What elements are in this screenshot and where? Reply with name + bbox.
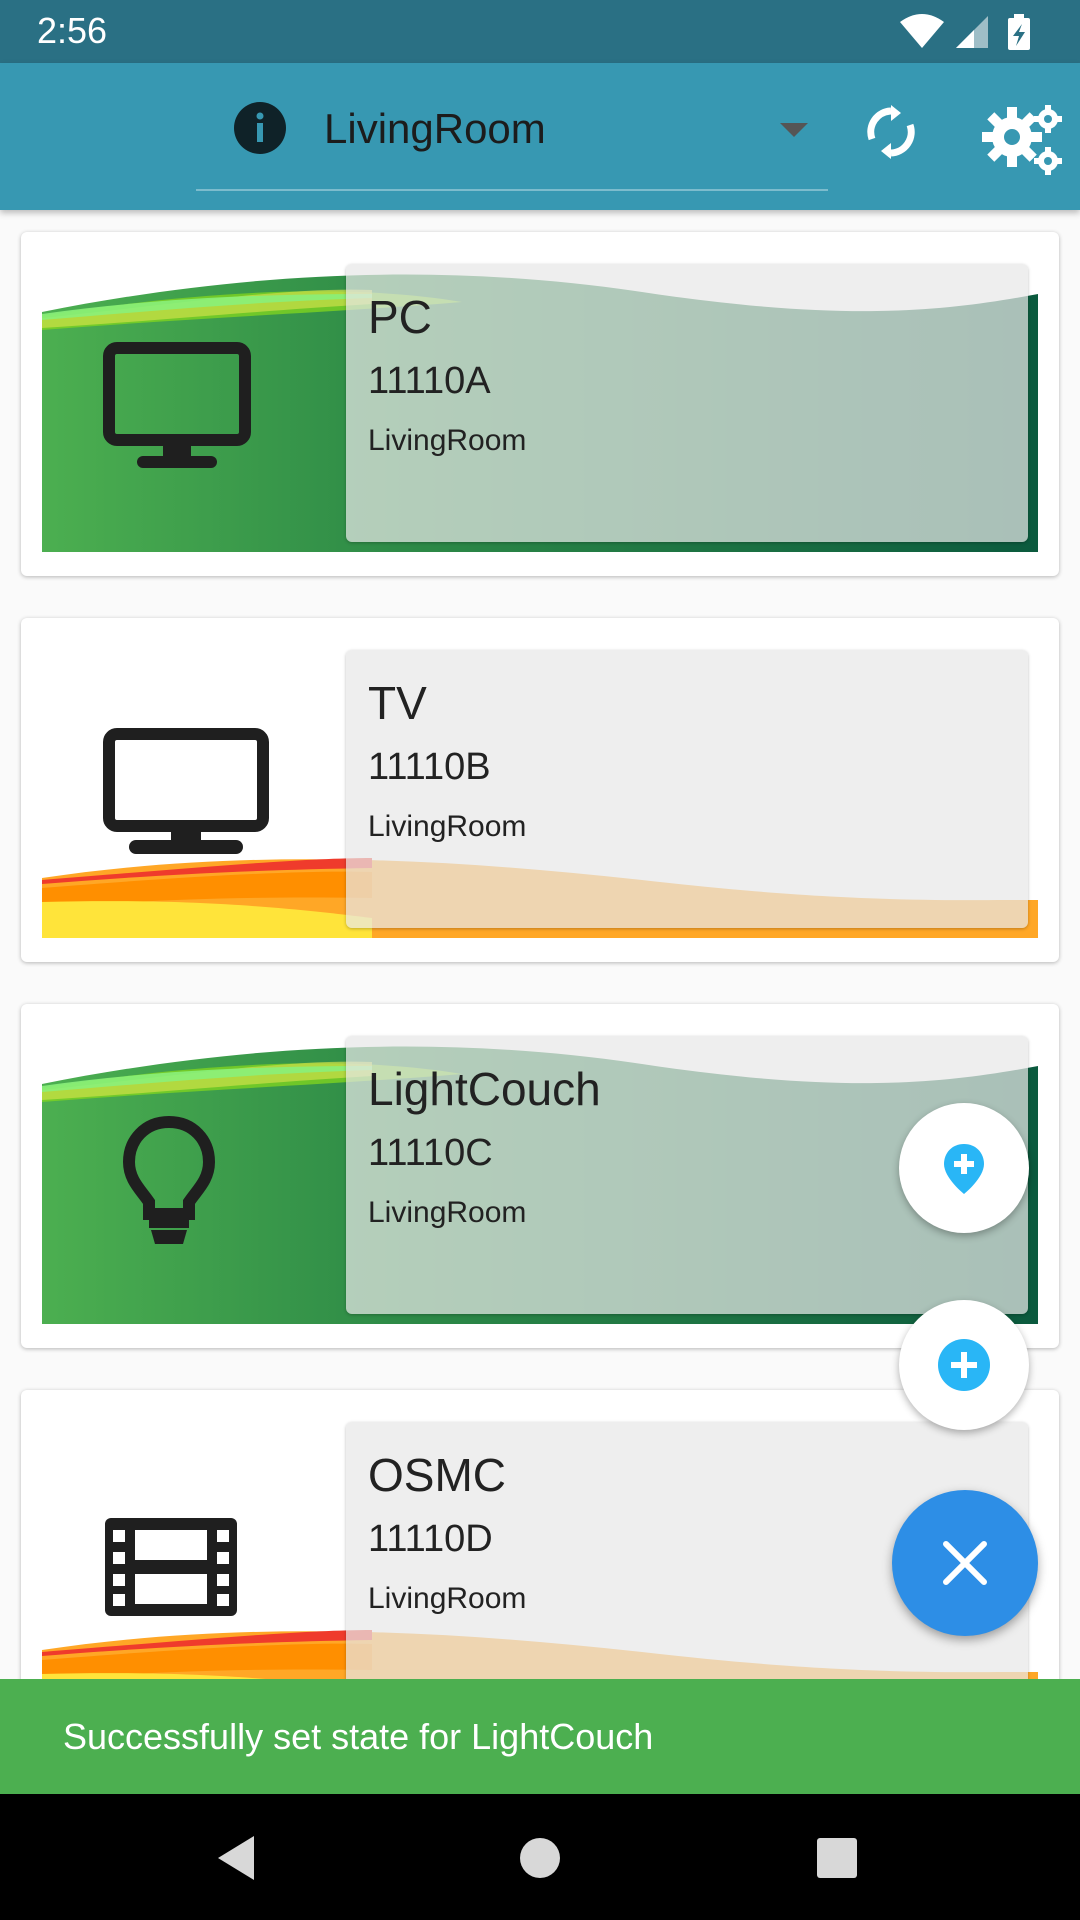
info-icon[interactable] xyxy=(233,101,287,155)
snackbar-message: Successfully set state for LightCouch xyxy=(63,1716,654,1757)
device-code: 11110D xyxy=(368,1518,493,1560)
device-code: 11110C xyxy=(368,1132,493,1174)
close-fab-menu-button[interactable] xyxy=(892,1490,1038,1636)
system-nav-bar xyxy=(0,1794,1080,1920)
close-icon xyxy=(943,1541,987,1585)
snackbar: Successfully set state for LightCouch xyxy=(0,1679,1080,1794)
status-bar: 2:56 xyxy=(0,0,1080,63)
room-selector-dropdown[interactable]: LivingRoom xyxy=(196,83,828,191)
status-time: 2:56 xyxy=(37,10,108,51)
device-room: LivingRoom xyxy=(368,810,527,843)
device-name: LightCouch xyxy=(368,1063,601,1115)
device-room: LivingRoom xyxy=(368,424,527,457)
room-selector-value: LivingRoom xyxy=(324,105,546,152)
wifi-icon xyxy=(900,14,944,48)
device-code: 11110B xyxy=(368,746,491,788)
dropdown-arrow-icon xyxy=(780,123,808,137)
device-room: LivingRoom xyxy=(368,1196,527,1229)
device-name: TV xyxy=(368,677,427,729)
film-icon xyxy=(105,1518,237,1616)
device-card-pc[interactable]: PC 11110A LivingRoom xyxy=(21,232,1059,576)
add-room-location-icon xyxy=(944,1144,984,1194)
add-device-button[interactable] xyxy=(899,1300,1029,1430)
settings-gear-icon[interactable] xyxy=(982,103,1066,179)
add-device-icon xyxy=(938,1339,990,1391)
monitor-icon xyxy=(103,342,251,468)
home-icon[interactable] xyxy=(520,1838,560,1878)
lightbulb-icon xyxy=(122,1115,216,1244)
device-name: PC xyxy=(368,291,432,343)
device-room: LivingRoom xyxy=(368,1582,527,1615)
device-code: 11110A xyxy=(368,360,491,402)
battery-charging-icon xyxy=(1008,14,1030,50)
back-icon[interactable] xyxy=(214,1834,258,1882)
tv-icon xyxy=(103,728,269,854)
device-info-panel: TV 11110B LivingRoom xyxy=(346,650,1028,928)
app-bar: LivingRoom xyxy=(0,63,1080,210)
device-info-panel: PC 11110A LivingRoom xyxy=(346,264,1028,542)
device-name: OSMC xyxy=(368,1449,506,1501)
device-card-tv[interactable]: TV 11110B LivingRoom xyxy=(21,618,1059,962)
recents-icon[interactable] xyxy=(817,1838,857,1878)
status-icons xyxy=(900,14,1030,50)
add-room-button[interactable] xyxy=(899,1103,1029,1233)
sync-icon[interactable] xyxy=(862,103,920,161)
